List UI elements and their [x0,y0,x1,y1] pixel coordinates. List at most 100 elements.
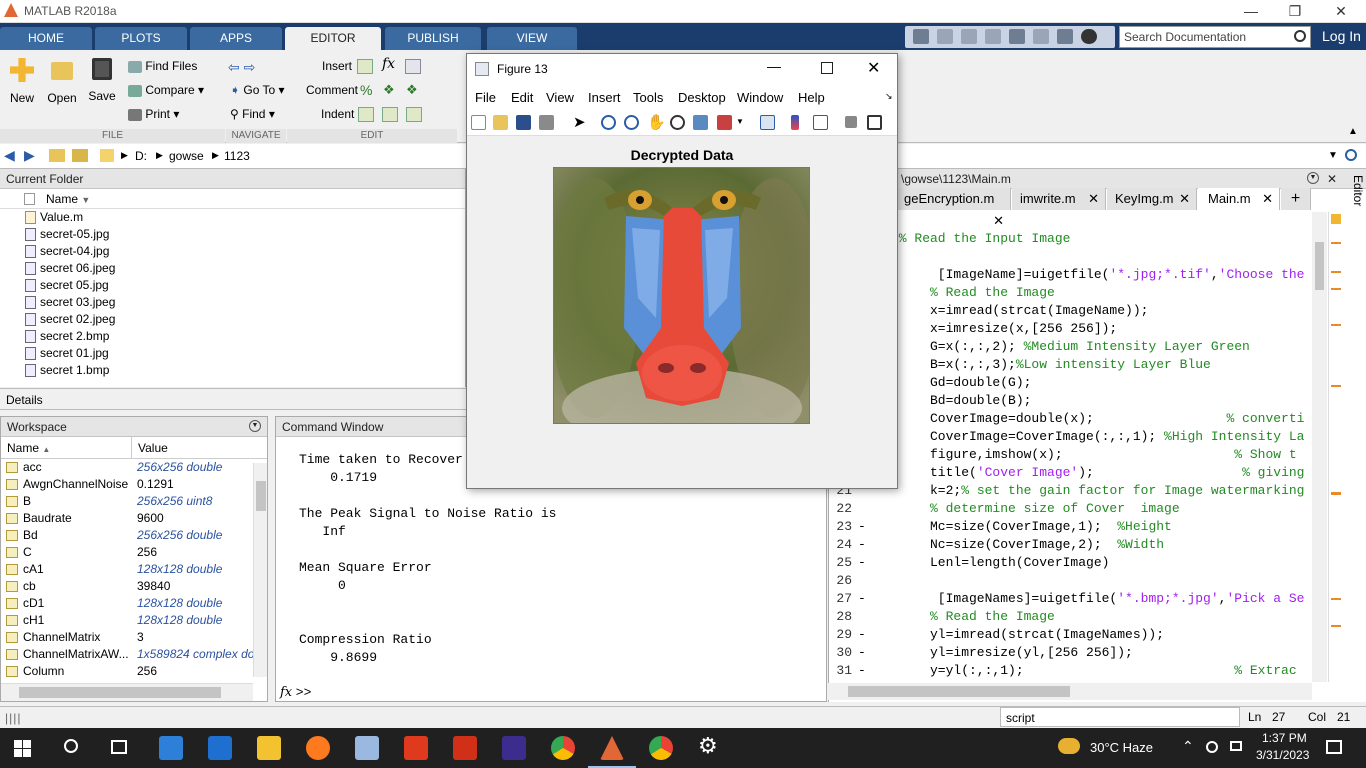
code-line[interactable]: G=x(:,:,2); %Medium Intensity Layer Gree… [828,338,1312,356]
insert-function-icon[interactable] [405,59,421,74]
office-icon-2[interactable] [453,736,477,760]
minimize-button[interactable]: — [1228,0,1274,23]
comment-button[interactable]: Comment [306,83,358,97]
code-line[interactable]: 21 k=2;% set the gain factor for Image wa… [828,482,1312,500]
start-windows-icon[interactable] [14,740,31,757]
save-figure-icon[interactable] [516,115,531,130]
search-taskbar-icon[interactable] [64,739,78,753]
menu-desktop[interactable]: Desktop [678,90,726,105]
workspace-row[interactable]: ChannelMatrix 3 [1,629,267,646]
fx-icon[interactable]: fx [382,56,395,72]
code-line[interactable]: CoverImage=double(x); % converti [828,410,1312,428]
code-line[interactable]: % Read the Input Image [828,230,1312,248]
breakpoint-marker[interactable]: - [858,518,866,536]
intellij-icon[interactable] [502,736,526,760]
close-button[interactable]: ✕ [1318,0,1364,23]
network-icon[interactable] [1206,741,1218,753]
warning-mark[interactable] [1331,271,1341,273]
menu-tools[interactable]: Tools [633,90,663,105]
ws-hscroll-thumb[interactable] [19,687,221,698]
insert-button[interactable]: Insert [322,59,352,73]
workspace-row[interactable]: cA1 128x128 double [1,561,267,578]
redo-icon[interactable] [1033,29,1049,44]
warning-mark[interactable] [1331,492,1341,495]
editor-tab-active[interactable]: Main.m ✕ [1198,188,1280,210]
code-line[interactable]: x=imresize(x,[256 256]); [828,320,1312,338]
code-line[interactable]: figure,imshow(x); % Show t [828,446,1312,464]
code-area[interactable]: % Read the Input Image [ImageName]=uigetf… [828,230,1312,682]
file-list-item[interactable]: Value.m [0,209,465,226]
code-line[interactable]: % Read the Image [828,284,1312,302]
warning-mark[interactable] [1331,625,1341,627]
workspace-row[interactable]: B 256x256 uint8 [1,493,267,510]
wrap-comments-icon[interactable]: ❖ [406,82,418,98]
code-line[interactable]: title('Cover Image'); % giving [828,464,1312,482]
file-list-item[interactable]: secret-05.jpg [0,226,465,243]
workspace-row[interactable]: cH1 128x128 double [1,612,267,629]
find-files-button[interactable]: Find Files [128,59,197,73]
switch-windows-icon[interactable] [1057,29,1073,44]
editor-hscrollbar[interactable] [828,683,1312,700]
file-list-item[interactable]: secret 1.bmp [0,362,465,379]
insert-colorbar-icon[interactable] [791,115,799,130]
panel-actions-icon[interactable]: ▼ [249,420,261,432]
workspace-row[interactable]: C 256 [1,544,267,561]
store-icon[interactable] [159,736,183,760]
clock-date[interactable]: 3/31/2023 [1256,748,1309,762]
search-folder-icon[interactable] [1345,149,1357,161]
code-line[interactable]: [ImageName]=uigetfile('*.jpg;*.tif','Cho… [828,266,1312,284]
search-icon[interactable] [1294,30,1306,42]
code-line[interactable]: 24- Nc=size(CoverImage,2); %Width [828,536,1312,554]
up-folder-icon[interactable] [49,149,65,162]
compare-button[interactable]: Compare ▾ [128,83,204,97]
editor-tab[interactable]: geEncryption.m ✕ [898,188,1011,228]
zoom-in-icon[interactable] [601,115,616,130]
3d-viewer-icon[interactable] [355,736,379,760]
search-documentation-input[interactable]: Search Documentation [1119,26,1311,48]
print-button[interactable]: Print ▾ [128,107,179,121]
decrypted-image[interactable] [553,167,810,424]
paste-icon[interactable] [985,29,1001,44]
figure-minimize-button[interactable]: — [767,58,781,74]
new-button[interactable]: New [6,58,38,105]
tray-chevron-icon[interactable]: ⌃ [1182,738,1194,755]
menu-file[interactable]: File [475,90,496,105]
figure-maximize-button[interactable] [821,62,833,74]
code-line[interactable]: 28 % Read the Image [828,608,1312,626]
task-view-icon[interactable] [111,740,127,754]
code-line[interactable]: 27- [ImageNames]=uigetfile('*.bmp;*.jpg'… [828,590,1312,608]
save-icon[interactable] [913,29,929,44]
ws-name-header[interactable]: Name ▲ [7,437,50,461]
data-cursor-icon[interactable] [693,115,708,130]
file-list-item[interactable]: secret-04.jpg [0,243,465,260]
warning-mark[interactable] [1331,385,1341,387]
workspace-row[interactable]: cb 39840 [1,578,267,595]
open-file-icon[interactable] [493,115,508,130]
command-prompt[interactable]: fx >> [280,684,311,700]
editor-side-tab[interactable]: Editor [1345,175,1365,215]
path-drive[interactable]: D: [135,149,147,163]
warning-mark[interactable] [1331,324,1341,326]
zoom-out-icon[interactable] [624,115,639,130]
login-link[interactable]: Log In [1322,28,1361,44]
notification-icon[interactable] [1326,740,1342,754]
file-list-item[interactable]: secret 2.bmp [0,328,465,345]
help-icon[interactable] [1081,29,1097,44]
current-folder-column-header[interactable]: Name ▼ [0,189,465,209]
workspace-row[interactable]: Baudrate 9600 [1,510,267,527]
open-button[interactable]: Open [46,58,78,105]
workspace-row[interactable]: AwgnChannelNoise 0.1291 [1,476,267,493]
ws-scroll-thumb[interactable] [256,481,266,511]
cut-icon[interactable] [937,29,953,44]
file-explorer-icon[interactable] [257,736,281,760]
restore-button[interactable]: ❐ [1272,0,1318,23]
comment-percent-icon[interactable]: % [360,82,372,98]
back-forward-buttons[interactable]: ⇦ ⇨ [228,59,255,76]
smart-indent-icon[interactable] [358,107,374,122]
tab-apps[interactable]: APPS [190,27,282,50]
breakpoint-marker[interactable]: - [858,644,866,662]
display-icon[interactable] [1230,741,1242,751]
path-dropdown-icon[interactable]: ▼ [1328,150,1338,161]
ws-vscrollbar[interactable] [253,463,267,677]
editor-tab[interactable]: KeyImg.m ✕ [1107,188,1197,210]
